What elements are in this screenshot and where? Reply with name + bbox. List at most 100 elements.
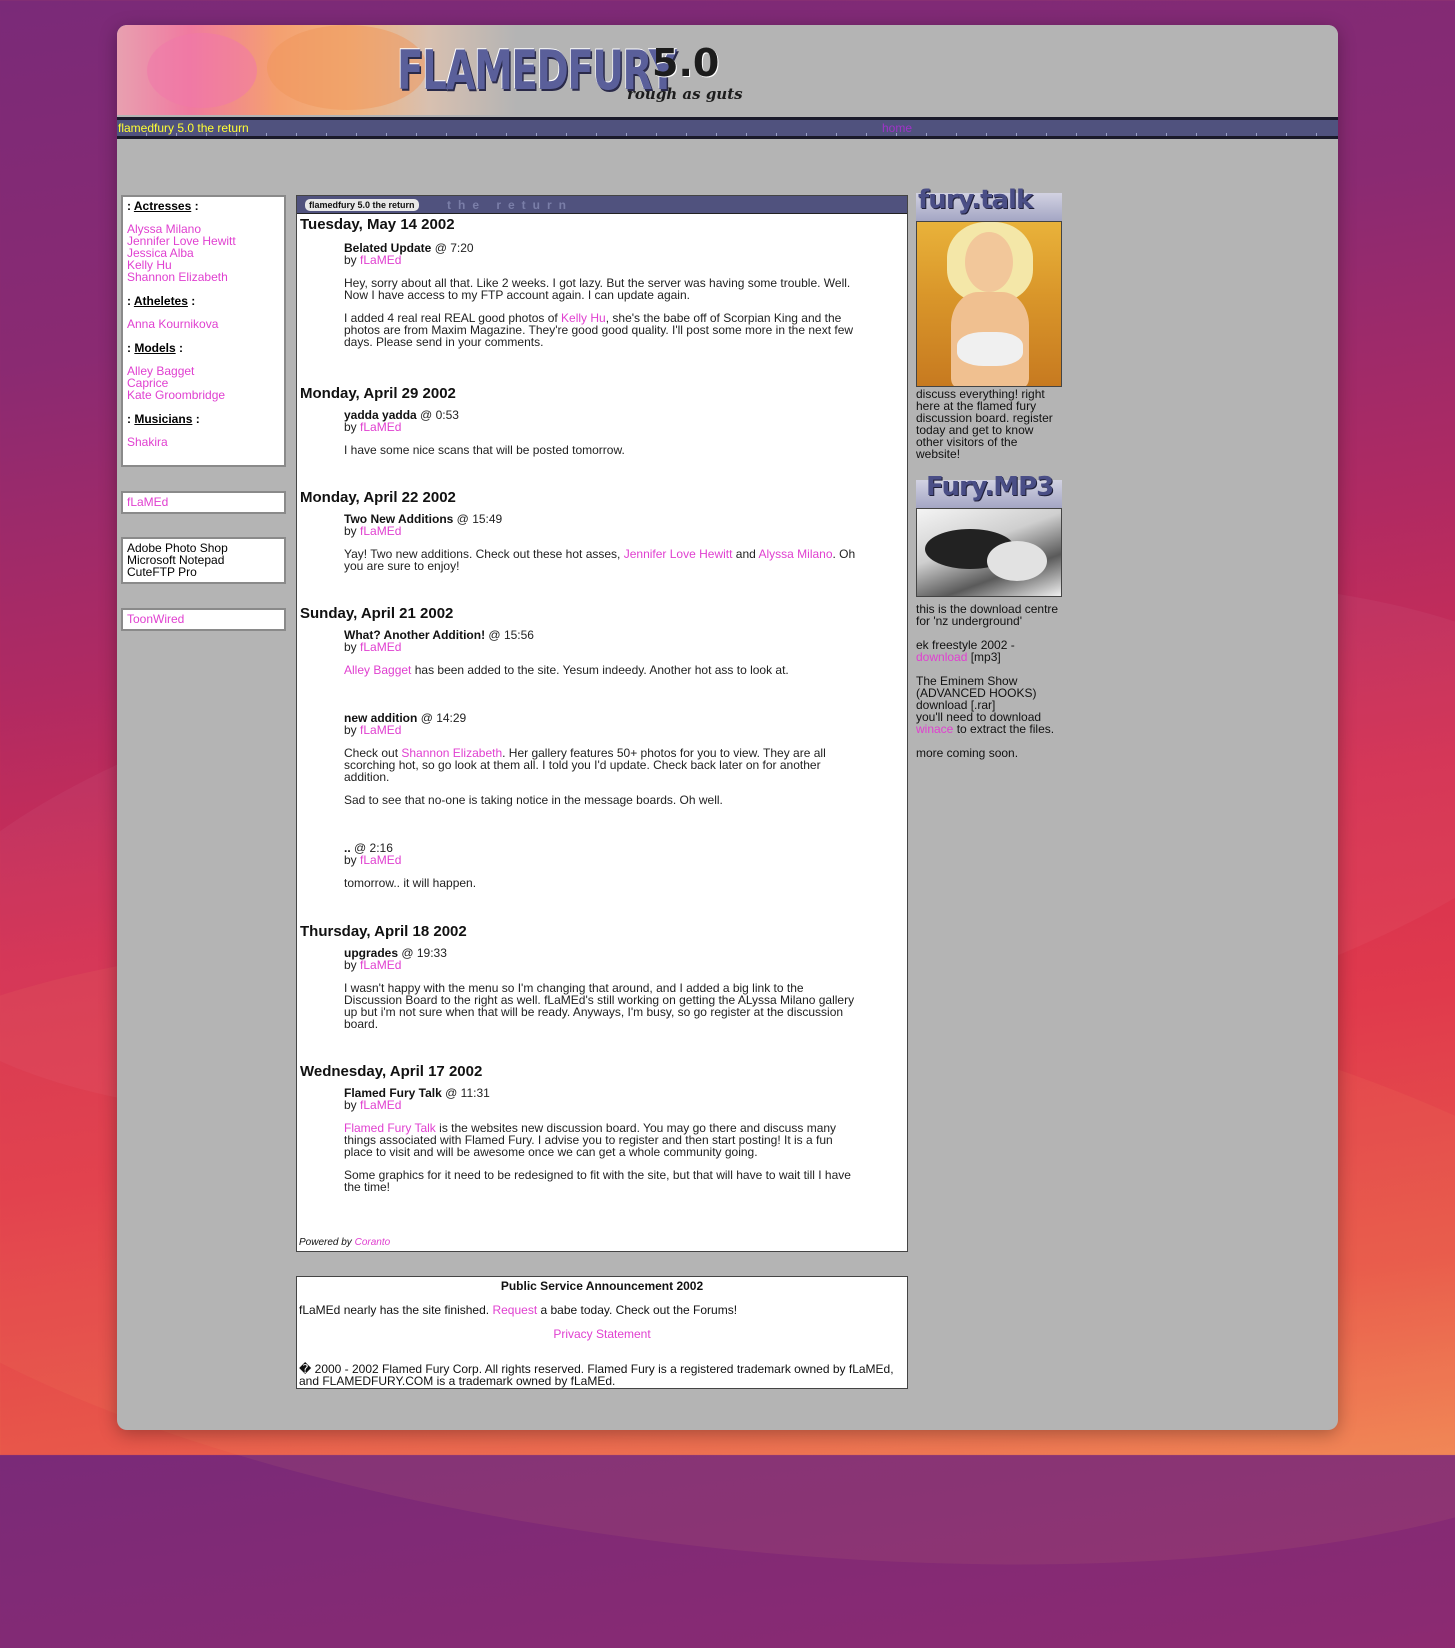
partner-link[interactable]: ToonWired [127, 613, 280, 625]
post-time: @ 7:20 [434, 241, 474, 255]
news-day: Wednesday, April 17 2002 Flamed Fury Tal… [297, 1063, 907, 1193]
partner-box: ToonWired [121, 608, 286, 631]
home-link[interactable]: home [882, 120, 912, 136]
post-byline: by fLaMEd [344, 525, 864, 537]
fury-talk-banner[interactable]: fury.talk [916, 187, 1062, 221]
category-musicians: : Musicians : Shakira [127, 413, 280, 448]
post-author-link[interactable]: fLaMEd [360, 1098, 401, 1112]
post-author-link[interactable]: fLaMEd [360, 420, 401, 434]
banner-photo-blur [147, 33, 257, 108]
news-day: Sunday, April 21 2002 What? Another Addi… [297, 605, 907, 889]
post-title-line: upgrades @ 19:33 [344, 947, 864, 959]
category-heading: : Models : [127, 341, 184, 355]
post-author-link[interactable]: fLaMEd [360, 723, 401, 737]
category-heading: : Atheletes : [127, 294, 196, 308]
post-title-line: Belated Update @ 7:20 [344, 242, 864, 254]
post-author-link[interactable]: fLaMEd [360, 640, 401, 654]
post-title-line: Flamed Fury Talk @ 11:31 [344, 1087, 864, 1099]
gallery-link[interactable]: Alley Bagget [344, 663, 411, 677]
post-body: I added 4 real real REAL good photos of … [344, 312, 864, 348]
request-link[interactable]: Request [492, 1303, 537, 1317]
winace-link[interactable]: winace [916, 722, 953, 736]
powered-by: Powered by Coranto [299, 1237, 390, 1248]
gallery-link[interactable]: Jennifer Love Hewitt [624, 547, 733, 561]
post-byline: by fLaMEd [344, 254, 864, 266]
ek-download-link[interactable]: download [916, 650, 967, 664]
day-heading: Monday, April 29 2002 [300, 385, 456, 402]
author-box: fLaMEd [121, 491, 286, 514]
post-body-text: has been added to the site. Yesum indeed… [411, 663, 789, 677]
author-link[interactable]: fLaMEd [127, 496, 280, 508]
privacy-link[interactable]: Privacy Statement [553, 1327, 650, 1341]
post-byline: by fLaMEd [344, 854, 864, 866]
post-title-line: yadda yadda @ 0:53 [344, 409, 864, 421]
category-items: Alley Bagget Caprice Kate Groombridge [127, 365, 280, 401]
fury-mp3-title: Fury.MP3 [926, 472, 1054, 502]
news-header-tag: flamedfury 5.0 the return [305, 199, 419, 211]
gallery-link[interactable]: Alyssa Milano [758, 547, 832, 561]
news-post: .. @ 2:16 by fLaMEd tomorrow.. it will h… [344, 842, 864, 889]
post-by: by [344, 420, 357, 434]
fury-mp3-banner[interactable]: Fury.MP3 [916, 472, 1062, 508]
post-by: by [344, 1098, 357, 1112]
post-body: I have some nice scans that will be post… [344, 443, 625, 457]
tools-box: Adobe Photo Shop Microsoft Notepad CuteF… [121, 537, 286, 584]
menu-link[interactable]: Anna Kournikova [127, 318, 280, 330]
news-header: flamedfury 5.0 the return the return [297, 196, 907, 214]
category-actresses: : Actresses : Alyssa Milano Jennifer Lov… [127, 200, 280, 283]
news-post: Belated Update @ 7:20 by fLaMEd Hey, sor… [344, 242, 864, 348]
news-post: yadda yadda @ 0:53 by fLaMEd I have some… [344, 409, 864, 456]
post-author-link[interactable]: fLaMEd [360, 253, 401, 267]
category-menu: : Actresses : Alyssa Milano Jennifer Lov… [121, 195, 286, 467]
psa-text: a babe today. Check out the Forums! [537, 1303, 738, 1317]
ek-row: ek freestyle 2002 - download [mp3] [916, 639, 1062, 663]
post-time: @ 15:56 [488, 628, 534, 642]
menu-link[interactable]: Kate Groombridge [127, 389, 280, 401]
post-author-link[interactable]: fLaMEd [360, 958, 401, 972]
news-post: Two New Additions @ 15:49 by fLaMEd Yay!… [344, 513, 864, 572]
news-post: new addition @ 14:29 by fLaMEd Check out… [344, 712, 864, 806]
more-coming-text: more coming soon. [916, 746, 1019, 760]
category-models: : Models : Alley Bagget Caprice Kate Gro… [127, 342, 280, 401]
post-by: by [344, 723, 357, 737]
category-items: Alyssa Milano Jennifer Love Hewitt Jessi… [127, 223, 280, 283]
category-items: Anna Kournikova [127, 318, 280, 330]
fury-mp3-photo[interactable] [916, 508, 1062, 597]
post-body: Some graphics for it need to be redesign… [344, 1168, 851, 1194]
post-by: by [344, 640, 357, 654]
post-time: @ 0:53 [420, 408, 459, 422]
photo-face [965, 232, 1013, 292]
post-body-text: and [732, 547, 759, 561]
post-author-link[interactable]: fLaMEd [360, 853, 401, 867]
category-heading: : Musicians : [127, 412, 200, 426]
category-label: Atheletes [133, 294, 188, 308]
news-post: upgrades @ 19:33 by fLaMEd I wasn't happ… [344, 947, 864, 1030]
fury-talk-photo[interactable] [916, 221, 1062, 387]
eminem-text: The Eminem Show (ADVANCED HOOKS) downloa… [916, 674, 1037, 712]
post-byline: by fLaMEd [344, 641, 864, 653]
psa-line: fLaMEd nearly has the site finished. Req… [299, 1304, 907, 1316]
coranto-link[interactable]: Coranto [355, 1237, 391, 1248]
menu-link[interactable]: Shannon Elizabeth [127, 271, 280, 283]
post-title-line: new addition @ 14:29 [344, 712, 864, 724]
menu-link[interactable]: Shakira [127, 436, 280, 448]
day-heading: Monday, April 22 2002 [300, 489, 456, 506]
winace-line: winace to extract the files. [916, 723, 1062, 735]
post-title-line: What? Another Addition! @ 15:56 [344, 629, 864, 641]
photo-shape [987, 541, 1047, 581]
post-title-line: .. @ 2:16 [344, 842, 864, 854]
category-heading: : Actresses : [127, 199, 199, 213]
post-author-link[interactable]: fLaMEd [360, 524, 401, 538]
post-byline: by fLaMEd [344, 959, 864, 971]
day-heading: Wednesday, April 17 2002 [300, 1063, 483, 1080]
copyright: � 2000 - 2002 Flamed Fury Corp. All righ… [299, 1362, 894, 1388]
post-byline: by fLaMEd [344, 1099, 864, 1111]
nav-bar: flamedfury 5.0 the return home [117, 117, 1338, 139]
news-post: What? Another Addition! @ 15:56 by fLaME… [344, 629, 864, 676]
post-body: I wasn't happy with the menu so I'm chan… [344, 981, 855, 1031]
nav-title: flamedfury 5.0 the return [118, 121, 249, 135]
ek-download-line: download [mp3] [916, 651, 1062, 663]
category-label: Actresses [133, 199, 192, 213]
psa-box: Public Service Announcement 2002 fLaMEd … [296, 1276, 908, 1389]
post-by: by [344, 524, 357, 538]
